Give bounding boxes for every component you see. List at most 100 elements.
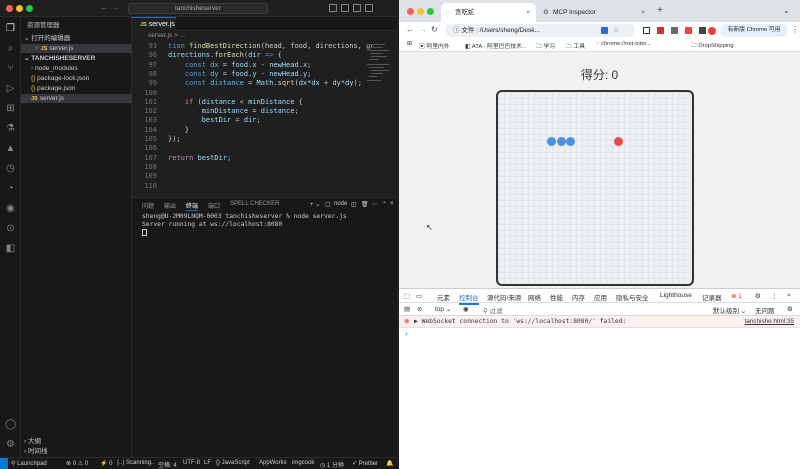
devtools-settings-icon[interactable]: ⚙ — [755, 292, 761, 300]
minimize-window-button[interactable] — [16, 5, 23, 12]
outline-section[interactable]: › 大纲 — [21, 437, 132, 446]
kill-terminal-icon[interactable]: 🗑 — [361, 201, 369, 208]
translate-icon[interactable] — [601, 27, 608, 34]
panel-tab-problems[interactable]: 问题 — [142, 201, 154, 210]
copilot-icon[interactable]: ◉ — [5, 203, 16, 214]
editor-tab-server-js[interactable]: JS server.js — [132, 17, 176, 31]
account-icon[interactable]: ◯ — [5, 419, 16, 430]
bookmark-folder[interactable]: 🗀 工具 — [566, 41, 585, 52]
devtools-tab-security[interactable]: 隐私与安全 — [616, 292, 649, 302]
status-launchpad[interactable]: ⚲ Launchpad — [11, 460, 47, 467]
extension-icon[interactable] — [699, 27, 706, 34]
console-sidebar-icon[interactable]: ▤ — [404, 305, 410, 313]
bookmark-item[interactable]: ◧ ATA - 阿里巴巴技术... — [465, 41, 527, 50]
error-message[interactable]: ▶ WebSocket connection to 'ws://localhos… — [414, 316, 626, 328]
status-appworks[interactable]: AppWorks — [259, 460, 287, 466]
panel-tab-spell-checker[interactable]: SPELL CHECKER — [230, 201, 279, 207]
extension-icon[interactable] — [643, 27, 650, 34]
devtools-tab-recorder[interactable]: 记录器 — [702, 292, 722, 302]
open-editors-section[interactable]: ⌄ 打开的编辑器 — [21, 34, 132, 43]
code-line[interactable]: tion findBestDirection(head, food, direc… — [168, 42, 375, 50]
source-control-icon[interactable]: ⑂ — [5, 63, 16, 74]
panel-tab-terminal[interactable]: 终端 — [186, 201, 199, 211]
status-scanning[interactable]: {..} Scanning.. — [117, 460, 154, 466]
devtools-menu-icon[interactable]: ⋮ — [771, 292, 778, 300]
toggle-sidebar-icon[interactable] — [329, 4, 337, 12]
toggle-secondary-sidebar-icon[interactable] — [353, 4, 361, 12]
close-tab-icon[interactable]: × — [641, 3, 645, 22]
devtools-tab-sources[interactable]: 源代码/来源 — [487, 292, 521, 302]
error-count-badge[interactable]: ⊗ 1 — [731, 292, 742, 300]
toggle-panel-icon[interactable] — [341, 4, 349, 12]
forward-icon[interactable]: → — [419, 25, 427, 34]
file-tree-item[interactable]: JS server.js — [21, 94, 132, 103]
customize-layout-icon[interactable] — [365, 4, 373, 12]
close-window-button[interactable] — [6, 5, 13, 12]
nav-forward-icon[interactable]: → — [112, 3, 120, 12]
browser-tab-mcp-inspector[interactable]: ⚙ MCP Inspector × — [539, 3, 651, 22]
bookmark-folder[interactable]: 🗀 DropShipping — [691, 41, 734, 51]
devtools-tab-network[interactable]: 网络 — [528, 292, 541, 302]
devtools-tab-application[interactable]: 应用 — [594, 292, 607, 302]
extension-icon[interactable] — [671, 27, 678, 34]
testing-icon[interactable]: ⚗ — [5, 123, 16, 134]
error-source-link[interactable]: tanchishe.html:35 — [745, 316, 794, 328]
browser-tab-snake[interactable]: ◌ 贪吃蛇 × — [441, 3, 536, 22]
zoom-window-button[interactable] — [427, 8, 434, 15]
inspect-element-icon[interactable]: ⬚ — [404, 292, 410, 300]
new-tab-icon[interactable]: + — [657, 5, 663, 16]
devtools-tab-performance[interactable]: 性能 — [550, 292, 563, 302]
api-icon[interactable]: ⊙ — [5, 223, 16, 234]
close-tab-icon[interactable]: × — [526, 3, 530, 22]
remote-explorer-icon[interactable]: ▲ — [5, 143, 16, 154]
code-line[interactable]: minDistance = distance; — [168, 107, 299, 115]
bookmark-item[interactable]: ◌ chrome://net-inter... — [596, 41, 651, 47]
gitlens-icon[interactable]: ◔ — [5, 183, 16, 194]
clear-console-icon[interactable]: ⊘ — [417, 305, 422, 313]
bookmark-star-icon[interactable]: ☆ — [613, 26, 619, 34]
console-settings-icon[interactable]: ⚙ — [787, 305, 793, 313]
log-level-select[interactable]: 默认级别 ⌄ — [713, 305, 746, 315]
terminal-cursor[interactable] — [142, 229, 147, 236]
console-prompt[interactable]: › — [405, 329, 408, 338]
update-chrome-button[interactable]: 有新版 Chrome 可用 — [720, 24, 788, 37]
status-encoding[interactable]: UTF-8 — [183, 460, 200, 466]
panel-close-icon[interactable]: × — [390, 201, 394, 207]
minimap[interactable] — [367, 42, 392, 192]
notifications-bell-icon[interactable]: 🔔 — [386, 460, 393, 467]
bookmark-folder[interactable]: 🗀 学习 — [536, 41, 555, 52]
apps-grid-icon[interactable]: ⊞ — [407, 41, 412, 47]
bookmark-item[interactable]: ▣ 阿里内外 — [419, 41, 450, 50]
appworks-icon[interactable]: ◧ — [5, 243, 16, 254]
status-imgcook[interactable]: imgcook — [292, 460, 314, 466]
panel-tab-output[interactable]: 输出 — [164, 201, 176, 210]
devtools-tab-lighthouse[interactable]: Lighthouse — [660, 292, 692, 299]
status-problems[interactable]: ⊗ 0 ⚠ 0 — [66, 460, 88, 467]
code-line[interactable]: const dy = food.y - newHead.y; — [168, 70, 312, 78]
code-line[interactable]: bestDir = dir; — [168, 116, 261, 124]
devtools-tab-elements[interactable]: 元素 — [437, 292, 450, 302]
breadcrumb[interactable]: server.js > ... — [148, 32, 185, 39]
project-section[interactable]: ⌄ TANCHISHESERVER — [21, 54, 132, 63]
status-ports[interactable]: ⚡ 0 — [100, 460, 112, 467]
status-eol[interactable]: LF — [204, 460, 211, 466]
back-icon[interactable]: ← — [406, 25, 414, 34]
more-actions-icon[interactable]: ⋯ — [372, 201, 378, 208]
status-language[interactable]: {} JavaScript — [216, 460, 250, 466]
panel-collapse-icon[interactable]: ⌃ — [382, 201, 387, 208]
file-tree-item[interactable]: › node_modules — [21, 64, 132, 73]
device-toolbar-icon[interactable]: ▭ — [416, 292, 422, 300]
code-line[interactable]: }); — [168, 135, 181, 143]
new-terminal-icon[interactable]: + ⌄ — [310, 201, 320, 208]
run-debug-icon[interactable]: ▷ — [5, 83, 16, 94]
extension-icon[interactable] — [685, 27, 692, 34]
live-expression-eye-icon[interactable]: ◉ — [463, 305, 469, 313]
file-tree-item[interactable]: {} package-lock.json — [21, 74, 132, 83]
context-select[interactable]: top ⌄ — [435, 305, 451, 313]
panel-tab-ports[interactable]: 端口 — [208, 201, 220, 210]
game-board[interactable] — [496, 90, 694, 286]
code-line[interactable]: const distance = Math.sqrt(dx*dx + dy*dy… — [168, 79, 362, 87]
command-center-search[interactable]: tanchisheserver — [128, 3, 268, 14]
console-error-row[interactable]: ⊗ ▶ WebSocket connection to 'ws://localh… — [399, 316, 800, 328]
nav-back-icon[interactable]: ← — [100, 3, 108, 12]
